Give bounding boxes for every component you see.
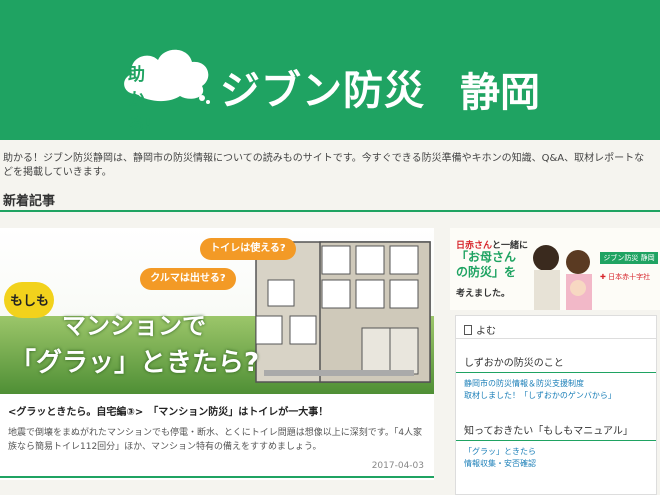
sidebox-section-1-rule — [456, 372, 656, 373]
sidebox-link[interactable]: 「グラッ」ときたら — [464, 446, 536, 457]
sidebox-section-2-rule — [456, 440, 656, 441]
document-icon — [464, 325, 472, 335]
redcross-label: ✚ 日本赤十字社 — [600, 273, 651, 281]
moshimo-label: もしも — [10, 294, 50, 309]
sidebox-link[interactable]: 情報収集・安否確認 — [464, 458, 536, 469]
sidebox-head: よむ — [464, 322, 496, 337]
hero-headline-2: 「グラッ」ときたら? — [10, 348, 260, 378]
banner-tag: ジブン防災 静岡 — [600, 252, 658, 264]
site-city: 静岡 — [460, 70, 540, 116]
card-divider — [0, 476, 434, 478]
banner-line3: 考えました。 — [456, 289, 511, 299]
mothers-disaster-banner[interactable]: 日赤さんと一緒に 「お母さんの防災」を 考えました。 ジブン防災 静岡 ✚ 日本… — [450, 228, 660, 310]
site-header: 助かる! ジブン防災 静岡 — [0, 0, 660, 140]
read-sidebox: よむ しずおかの防災のこと 静岡市の防災情報＆防災支援制度 取材しました！「しず… — [455, 315, 657, 495]
article-card[interactable]: トイレは使える? クルマは出せる? もしも マンションで 「グラッ」ときたら? … — [0, 228, 434, 480]
sidebox-link[interactable]: 取材しました！「しずおかのゲンバから」 — [464, 390, 616, 401]
section-title: 新着記事 — [3, 194, 56, 209]
article-date: 2017-04-03 — [371, 461, 424, 471]
banner-line2: 「お母さんの防災」を — [456, 250, 517, 279]
redcross-icon: ✚ — [600, 273, 606, 281]
sidebox-head-divider — [456, 338, 656, 339]
section-divider — [0, 210, 660, 212]
article-excerpt: 地震で倒壊をまぬがれたマンションでも停電・断水、とくにトイレ問題は想像以上に深刻… — [8, 428, 423, 452]
sidebox-section-2[interactable]: 知っておきたい「もしもマニュアル」 — [464, 422, 633, 437]
article-title[interactable]: <グラッときたら。自宅編③> 「マンション防災」はトイレが一大事！ — [8, 403, 428, 418]
sidebox-link[interactable]: 静岡市の防災情報＆防災支援制度 — [464, 378, 584, 389]
hero-headline-1: マンションで — [62, 312, 206, 340]
site-brand: ジブン防災 — [220, 68, 425, 114]
bubble-car: クルマは出せる? — [140, 268, 236, 290]
logo-cloud-text: 助かる! — [128, 65, 152, 135]
article-hero-image[interactable]: トイレは使える? クルマは出せる? もしも マンションで 「グラッ」ときたら? — [0, 228, 434, 394]
sidebox-section-1[interactable]: しずおかの防災のこと — [464, 354, 564, 369]
bubble-toilet: トイレは使える? — [200, 238, 296, 260]
site-intro: 助かる！ジブン防災静岡は、静岡市の防災情報についての読みものサイトです。今すぐで… — [3, 153, 645, 178]
